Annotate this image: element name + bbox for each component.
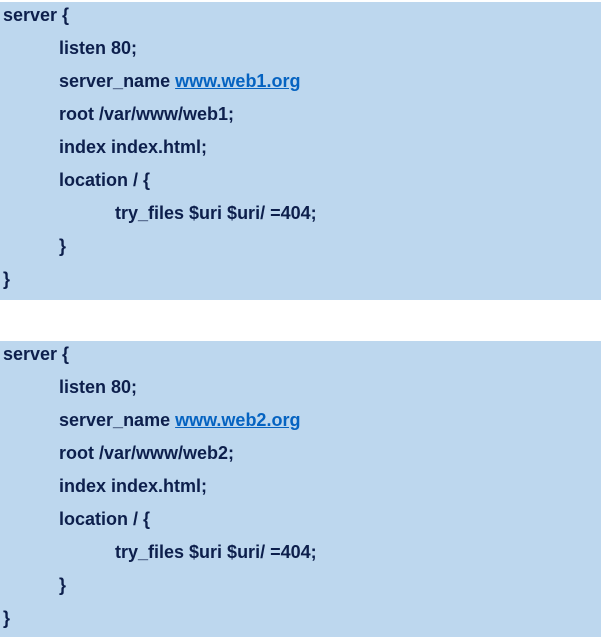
server-open-line: server { <box>3 344 70 364</box>
listen-directive: listen 80; <box>59 38 138 58</box>
location-open-line: location / { <box>59 509 151 529</box>
location-open-line: location / { <box>59 170 151 190</box>
try-files-directive: try_files $uri $uri/ =404; <box>115 203 317 223</box>
server-close-line: } <box>3 269 11 289</box>
try-files-directive: try_files $uri $uri/ =404; <box>115 542 317 562</box>
server-name-directive: server_name www.web2.org <box>0 408 300 432</box>
root-directive: root /var/www/web1; <box>59 104 235 124</box>
index-directive: index index.html; <box>59 137 208 157</box>
server-block-web2: server { listen 80; server_name www.web2… <box>0 341 601 637</box>
server-block-web1: server { listen 80; server_name www.web1… <box>0 2 601 300</box>
server-close-line: } <box>3 608 11 628</box>
server-open-line: server { <box>3 5 70 25</box>
listen-directive: listen 80; <box>59 377 138 397</box>
server-name-keyword: server_name <box>59 71 176 91</box>
server-name-link[interactable]: www.web2.org <box>175 410 300 430</box>
location-close-line: } <box>59 236 67 256</box>
server-name-link[interactable]: www.web1.org <box>175 71 300 91</box>
location-close-line: } <box>59 575 67 595</box>
server-name-directive: server_name www.web1.org <box>0 69 300 93</box>
root-directive: root /var/www/web2; <box>59 443 235 463</box>
server-name-keyword: server_name <box>59 410 176 430</box>
index-directive: index index.html; <box>59 476 208 496</box>
